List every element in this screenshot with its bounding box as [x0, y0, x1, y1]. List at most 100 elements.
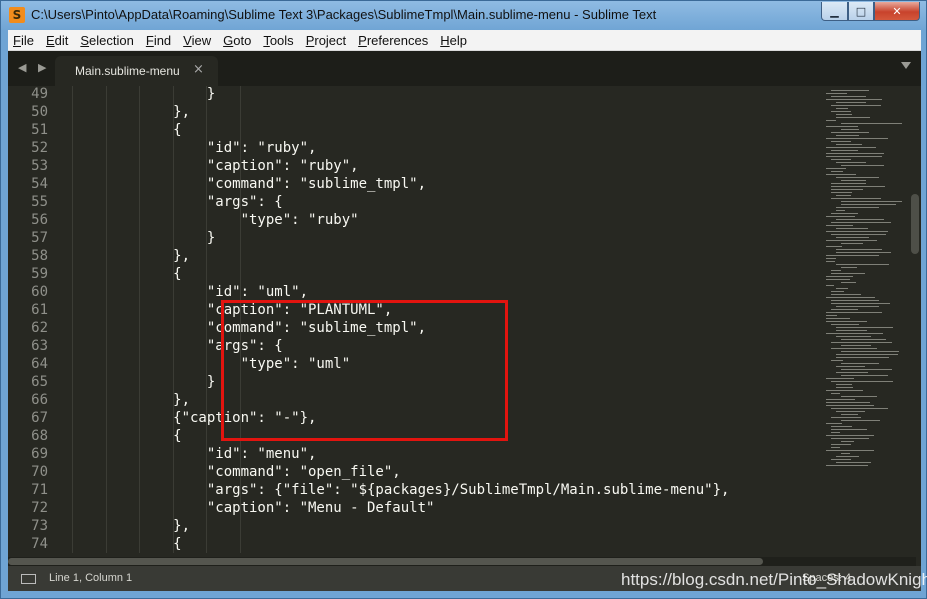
minimap-line: [836, 306, 879, 307]
horizontal-scrollbar[interactable]: [8, 557, 916, 566]
minimap-line: [826, 99, 882, 100]
minimap-line: [836, 252, 891, 253]
panel-toggle-icon[interactable]: [21, 574, 36, 584]
minimap-line: [836, 387, 853, 388]
minimap-line: [831, 447, 840, 448]
minimap-line: [841, 420, 880, 421]
tab-list-dropdown-icon[interactable]: [901, 62, 911, 69]
minimap-line: [831, 393, 840, 394]
minimap-line: [826, 315, 837, 316]
line-number: 58: [31, 248, 48, 264]
cursor-position: Line 1, Column 1: [49, 572, 133, 584]
code-line: {: [72, 122, 182, 138]
menu-help[interactable]: Help: [435, 33, 472, 48]
minimap-line: [831, 348, 877, 349]
tab-bar: ◀ ▶ Main.sublime-menu ×: [8, 51, 921, 86]
maximize-button[interactable]: □: [848, 2, 874, 21]
minimap-line: [826, 333, 883, 334]
minimap-line: [826, 147, 876, 148]
window-title: C:\Users\Pinto\AppData\Roaming\Sublime T…: [31, 7, 657, 22]
line-number: 56: [31, 212, 48, 228]
menu-edit[interactable]: Edit: [41, 33, 73, 48]
minimap-line: [831, 309, 858, 310]
menu-goto[interactable]: Goto: [218, 33, 256, 48]
minimap-line: [826, 126, 858, 127]
minimap-line: [836, 264, 889, 265]
minimap-line: [836, 327, 893, 328]
vertical-scroll-thumb[interactable]: [911, 194, 919, 254]
minimap-line: [836, 357, 889, 358]
menu-project[interactable]: Project: [301, 33, 351, 48]
tab-nav-arrows-icon[interactable]: ◀ ▶: [18, 61, 50, 74]
minimap-line: [831, 186, 885, 187]
vertical-scrollbar[interactable]: [911, 86, 919, 553]
minimap-line: [836, 117, 870, 118]
minimap-line: [841, 243, 863, 244]
code-line: "args": {: [72, 194, 283, 210]
line-number: 59: [31, 266, 48, 282]
menu-preferences[interactable]: Preferences: [353, 33, 433, 48]
minimap-line: [826, 297, 875, 298]
minimap-line: [826, 312, 882, 313]
code-line: {: [72, 536, 182, 552]
menu-view[interactable]: View: [178, 33, 216, 48]
minimap-line: [831, 105, 881, 106]
line-number: 70: [31, 464, 48, 480]
minimize-button[interactable]: ▁: [821, 2, 848, 21]
minimap-line: [826, 423, 842, 424]
minimap-line: [831, 459, 851, 460]
minimap-line: [826, 168, 846, 169]
minimap-line: [836, 114, 852, 115]
line-number: 53: [31, 158, 48, 174]
menu-file[interactable]: File: [8, 33, 39, 48]
minimap-line: [836, 135, 859, 136]
minimap-line: [836, 336, 871, 337]
line-number: 61: [31, 302, 48, 318]
window-controls: ▁ □ ✕: [821, 2, 920, 22]
menu-find[interactable]: Find: [141, 33, 176, 48]
code-line: "type": "ruby": [72, 212, 359, 228]
minimap-line: [831, 324, 859, 325]
menu-selection[interactable]: Selection: [75, 33, 138, 48]
line-number: 54: [31, 176, 48, 192]
minimap-line: [831, 360, 843, 361]
minimap-line: [826, 138, 888, 139]
minimap-line: [826, 216, 855, 217]
minimap-line: [831, 408, 888, 409]
line-number: 50: [31, 104, 48, 120]
minimap-line: [826, 285, 834, 286]
minimap-line: [836, 195, 851, 196]
line-number: 73: [31, 518, 48, 534]
minimap-line: [836, 219, 884, 220]
tab-label: Main.sublime-menu: [75, 64, 180, 78]
line-number: 65: [31, 374, 48, 390]
minimap-line: [836, 162, 866, 163]
line-number: 64: [31, 356, 48, 372]
minimap-line: [841, 201, 902, 202]
title-bar[interactable]: S C:\Users\Pinto\AppData\Roaming\Sublime…: [1, 1, 926, 30]
minimap-line: [841, 282, 856, 283]
minimap-line: [831, 303, 890, 304]
tab-main-sublime-menu[interactable]: Main.sublime-menu ×: [55, 56, 218, 86]
tab-close-icon[interactable]: ×: [193, 62, 204, 77]
minimap-line: [826, 435, 874, 436]
menu-tools[interactable]: Tools: [258, 33, 298, 48]
minimap-line: [836, 330, 867, 331]
minimap-line: [841, 339, 886, 340]
minimap-line: [831, 429, 867, 430]
line-number: 67: [31, 410, 48, 426]
minimap-line: [841, 414, 858, 415]
minimap-line: [826, 156, 882, 157]
line-number: 69: [31, 446, 48, 462]
minimap-line: [831, 213, 858, 214]
code-line: {: [72, 266, 182, 282]
minimap-line: [826, 405, 874, 406]
minimap[interactable]: [820, 86, 910, 553]
minimap-line: [826, 276, 853, 277]
code-line: "command": "open_file",: [72, 464, 401, 480]
code-view[interactable]: 49 50 51 52 53 54 55 56 57 58 59 60 61 62 63 64 65 66 67 68…: [8, 86, 816, 553]
line-number: 60: [31, 284, 48, 300]
horizontal-scroll-thumb[interactable]: [8, 558, 763, 565]
minimap-line: [826, 261, 835, 262]
close-button[interactable]: ✕: [874, 2, 920, 21]
